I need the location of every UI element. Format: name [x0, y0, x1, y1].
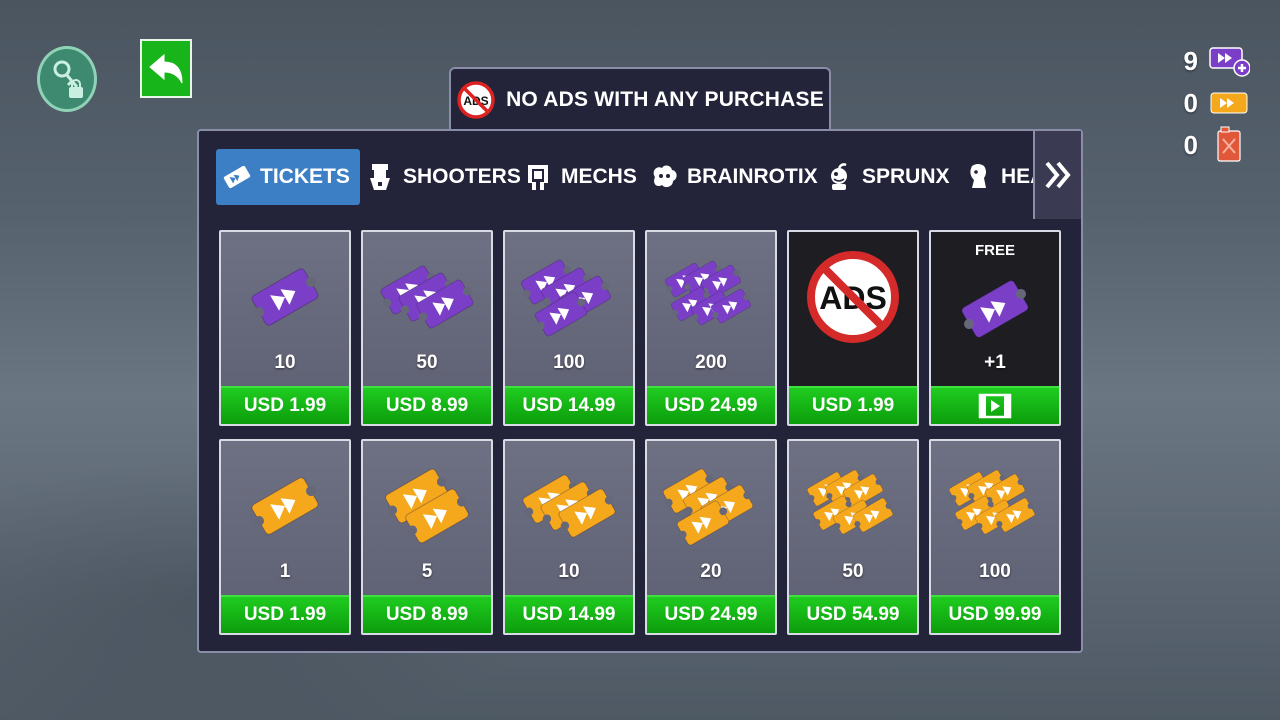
buy-price-button[interactable]: USD 8.99	[363, 386, 491, 424]
back-arrow-icon	[149, 53, 183, 83]
buy-price-button[interactable]: USD 8.99	[363, 595, 491, 633]
tab-mechs[interactable]: MECHS	[517, 149, 643, 205]
card-quantity: +1	[984, 352, 1006, 373]
tab-label: SPRUNX	[862, 165, 950, 188]
video-icon	[978, 393, 1012, 419]
purple-ticket-icon	[505, 238, 633, 356]
ticket-product-card[interactable]: 20 USD 24.99	[645, 439, 777, 635]
card-quantity: 50	[416, 352, 438, 373]
ticket-product-card[interactable]: 10 USD 14.99	[503, 439, 635, 635]
card-quantity: 20	[700, 561, 722, 582]
tab-label: TICKETS	[260, 165, 350, 188]
ticket-product-card[interactable]: 100 USD 14.99	[503, 230, 635, 426]
buy-price-button[interactable]: USD 54.99	[789, 595, 917, 633]
purple-ticket-icon	[221, 238, 349, 356]
purple-ticket-plus-icon	[1208, 44, 1250, 78]
sprunx-icon	[824, 162, 854, 192]
no-ads-banner: ADS NO ADS WITH ANY PURCHASE	[449, 67, 831, 131]
tab-label: SHOOTERS	[403, 165, 521, 188]
ticket-product-card[interactable]: 50 USD 54.99	[787, 439, 919, 635]
currency-panel: 9 0 0	[1140, 40, 1250, 166]
head-icon	[963, 162, 993, 192]
buy-price-button[interactable]: USD 1.99	[221, 595, 349, 633]
brain-icon	[649, 162, 679, 192]
back-button[interactable]	[140, 39, 192, 98]
card-quantity: 1	[279, 561, 291, 582]
card-quantity: 100	[553, 352, 585, 373]
tab-tickets[interactable]: TICKETS	[216, 149, 360, 205]
ticket-product-card[interactable]: 50 USD 8.99	[361, 230, 493, 426]
buy-price-button[interactable]: USD 1.99	[221, 386, 349, 424]
banner-text: NO ADS WITH ANY PURCHASE	[506, 88, 824, 111]
fuel-balance: 0	[1140, 124, 1250, 166]
card-quantity: 10	[558, 561, 580, 582]
buy-price-button[interactable]: USD 99.99	[931, 595, 1059, 633]
no-ads-product-card[interactable]: ADS USD 1.99	[787, 230, 919, 426]
card-quantity: 200	[695, 352, 727, 373]
ticket-product-card[interactable]: 200 USD 24.99	[645, 230, 777, 426]
ticket-product-card[interactable]: 1 USD 1.99	[219, 439, 351, 635]
card-quantity: 50	[842, 561, 864, 582]
purple-ticket-count: 9	[1183, 45, 1198, 76]
buy-price-button[interactable]: USD 14.99	[505, 595, 633, 633]
fuel-count: 0	[1183, 129, 1198, 160]
card-quantity: 10	[274, 352, 296, 373]
orange-ticket-icon	[789, 447, 917, 565]
card-quantity: 5	[421, 561, 433, 582]
buy-price-button[interactable]: USD 24.99	[647, 386, 775, 424]
tab-label: BRAINROTIX	[687, 165, 818, 188]
ticket-icon	[222, 162, 252, 192]
purple-ticket-icon	[363, 238, 491, 356]
orange-ticket-icon	[221, 447, 349, 565]
tabs-next-button[interactable]	[1033, 131, 1081, 219]
orange-ticket-icon	[1208, 86, 1250, 120]
tab-shooters[interactable]: SHOOTERS	[359, 149, 527, 205]
orange-ticket-icon	[505, 447, 633, 565]
tab-brainrotix[interactable]: BRAINROTIX	[643, 149, 824, 205]
purple-ticket-icon	[647, 238, 775, 356]
orange-ticket-icon	[931, 447, 1059, 565]
card-quantity: 100	[979, 561, 1011, 582]
key-lock-button[interactable]	[37, 46, 97, 112]
buy-price-button[interactable]: USD 1.99	[789, 386, 917, 424]
mech-icon	[523, 162, 553, 192]
no-ads-icon: ADS	[789, 238, 917, 356]
ticket-product-card[interactable]: 5 USD 8.99	[361, 439, 493, 635]
tab-sprunx[interactable]: SPRUNX	[818, 149, 956, 205]
watch-video-button[interactable]	[931, 386, 1059, 424]
purple-ticket-icon	[931, 250, 1059, 368]
orange-ticket-icon	[647, 447, 775, 565]
free-ticket-card[interactable]: FREE +1	[929, 230, 1061, 426]
fuel-can-icon	[1208, 126, 1250, 162]
purple-ticket-balance[interactable]: 9	[1140, 40, 1250, 82]
orange-ticket-balance: 0	[1140, 82, 1250, 124]
no-ads-icon: ADS	[457, 81, 495, 119]
buy-price-button[interactable]: USD 14.99	[505, 386, 633, 424]
shooter-icon	[365, 162, 395, 192]
ticket-product-card[interactable]: 10 USD 1.99	[219, 230, 351, 426]
tab-label: MECHS	[561, 165, 637, 188]
buy-price-button[interactable]: USD 24.99	[647, 595, 775, 633]
double-chevron-right-icon	[1045, 161, 1071, 189]
category-tabs: TICKETS SHOOTERS MECHS BRAINROTIX SPRUNX…	[199, 131, 1081, 219]
key-lock-icon	[53, 60, 83, 98]
ticket-product-card[interactable]: 100 USD 99.99	[929, 439, 1061, 635]
shop-panel: TICKETS SHOOTERS MECHS BRAINROTIX SPRUNX…	[197, 129, 1083, 653]
orange-ticket-icon	[363, 447, 491, 565]
orange-ticket-count: 0	[1183, 87, 1198, 118]
